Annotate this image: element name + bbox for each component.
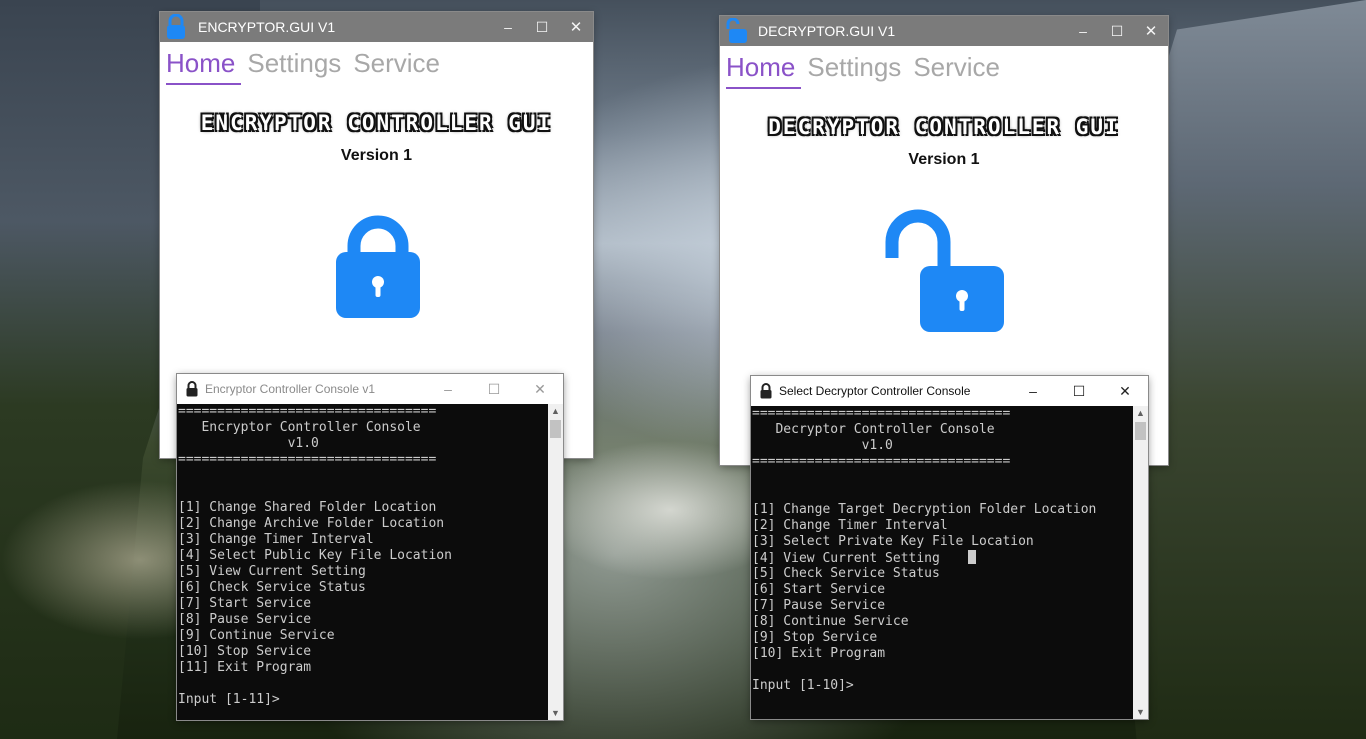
- minimize-button[interactable]: ‒: [1010, 383, 1056, 399]
- minimize-button[interactable]: ‒: [1066, 23, 1100, 39]
- console-line: =================================: [752, 454, 1011, 469]
- decryptor-console-titlebar[interactable]: Select Decryptor Controller Console ‒ ☐ …: [751, 376, 1148, 406]
- encryptor-console-title: Encryptor Controller Console v1: [205, 382, 376, 396]
- console-line: [1] Change Target Decryption Folder Loca…: [752, 502, 1097, 517]
- decryptor-gui-title: DECRYPTOR.GUI V1: [758, 23, 896, 39]
- console-line: [10] Stop Service: [178, 644, 312, 659]
- maximize-button[interactable]: ☐: [1056, 383, 1102, 400]
- decryptor-console-window: Select Decryptor Controller Console ‒ ☐ …: [751, 376, 1148, 719]
- encryptor-gui-title: ENCRYPTOR.GUI V1: [198, 19, 336, 35]
- lock-open-icon: [724, 17, 748, 44]
- console-line: =================================: [178, 452, 437, 467]
- close-button[interactable]: ✕: [1102, 383, 1148, 400]
- console-line: Encryptor Controller Console: [178, 420, 421, 435]
- console-line: =================================: [178, 404, 437, 419]
- lock-open-icon: [882, 206, 1006, 339]
- tab-settings[interactable]: Settings: [807, 52, 907, 89]
- encryptor-gui-heading: ENCRYPTOR CONTROLLER GUI: [200, 111, 553, 135]
- tab-home[interactable]: Home: [166, 48, 242, 85]
- console-line: [7] Start Service: [178, 596, 312, 611]
- maximize-button[interactable]: ☐: [1100, 23, 1134, 40]
- close-button[interactable]: ✕: [517, 381, 563, 398]
- console-line: [8] Pause Service: [178, 612, 312, 627]
- minimize-button[interactable]: ‒: [491, 19, 525, 35]
- console-line: [10] Exit Program: [752, 646, 886, 661]
- encryptor-console-titlebar[interactable]: Encryptor Controller Console v1 ‒ ☐ ✕: [177, 374, 563, 404]
- lock-closed-icon: [185, 381, 199, 397]
- encryptor-gui-version: Version 1: [340, 147, 413, 164]
- console-line: [6] Check Service Status: [178, 580, 366, 595]
- console-line: [9] Continue Service: [178, 628, 335, 643]
- lock-closed-icon: [164, 13, 188, 40]
- minimize-button[interactable]: ‒: [425, 381, 471, 397]
- scroll-up-icon[interactable]: ▲: [1133, 406, 1148, 420]
- console-line: =================================: [752, 406, 1011, 421]
- console-line: [1] Change Shared Folder Location: [178, 500, 437, 515]
- lock-closed-icon: [759, 383, 773, 399]
- console-line: [2] Change Archive Folder Location: [178, 516, 445, 531]
- scroll-up-icon[interactable]: ▲: [548, 404, 563, 418]
- tab-home[interactable]: Home: [726, 52, 802, 89]
- scrollbar[interactable]: ▲ ▼: [548, 404, 563, 720]
- lock-closed-icon: [334, 210, 422, 327]
- encryptor-console-output[interactable]: ================================= Encryp…: [177, 404, 548, 720]
- encryptor-gui-tabs: Home Settings Service: [160, 42, 593, 85]
- encryptor-console-window: Encryptor Controller Console v1 ‒ ☐ ✕ ==…: [177, 374, 563, 720]
- console-line: [5] View Current Setting: [178, 564, 366, 579]
- scrollbar-thumb[interactable]: [550, 420, 561, 438]
- maximize-button[interactable]: ☐: [525, 19, 559, 36]
- console-line: [8] Continue Service: [752, 614, 909, 629]
- console-line: Input [1-11]>: [178, 692, 280, 707]
- console-line: [11] Exit Program: [178, 660, 312, 675]
- decryptor-gui-version: Version 1: [908, 151, 980, 168]
- console-line: [6] Start Service: [752, 582, 886, 597]
- console-line: [9] Stop Service: [752, 630, 878, 645]
- tab-service[interactable]: Service: [913, 52, 1006, 89]
- console-line: v1.0: [752, 438, 893, 453]
- console-line: [2] Change Timer Interval: [752, 518, 948, 533]
- console-line: [3] Select Private Key File Location: [752, 534, 1034, 549]
- scrollbar[interactable]: ▲ ▼: [1133, 406, 1148, 719]
- console-line: [4] View Current Setting: [752, 550, 1133, 566]
- decryptor-gui-tabs: Home Settings Service: [720, 46, 1168, 89]
- scroll-down-icon[interactable]: ▼: [1133, 705, 1148, 719]
- console-line: v1.0: [178, 436, 319, 451]
- decryptor-console-output[interactable]: ================================= Decryp…: [751, 406, 1133, 719]
- close-button[interactable]: ✕: [559, 18, 593, 36]
- console-line: [3] Change Timer Interval: [178, 532, 374, 547]
- console-line: Input [1-10]>: [752, 678, 854, 693]
- console-line: [5] Check Service Status: [752, 566, 940, 581]
- scrollbar-thumb[interactable]: [1135, 422, 1146, 440]
- decryptor-gui-heading: DECRYPTOR CONTROLLER GUI: [768, 115, 1120, 139]
- tab-service[interactable]: Service: [353, 48, 446, 85]
- close-button[interactable]: ✕: [1134, 22, 1168, 40]
- console-line: Decryptor Controller Console: [752, 422, 995, 437]
- decryptor-gui-titlebar[interactable]: DECRYPTOR.GUI V1 ‒ ☐ ✕: [720, 16, 1168, 46]
- tab-settings[interactable]: Settings: [247, 48, 347, 85]
- text-cursor: [967, 550, 976, 564]
- console-line: [4] Select Public Key File Location: [178, 548, 452, 563]
- console-line: [7] Pause Service: [752, 598, 886, 613]
- maximize-button[interactable]: ☐: [471, 381, 517, 398]
- decryptor-console-title: Select Decryptor Controller Console: [779, 384, 971, 398]
- encryptor-gui-titlebar[interactable]: ENCRYPTOR.GUI V1 ‒ ☐ ✕: [160, 12, 593, 42]
- scroll-down-icon[interactable]: ▼: [548, 706, 563, 720]
